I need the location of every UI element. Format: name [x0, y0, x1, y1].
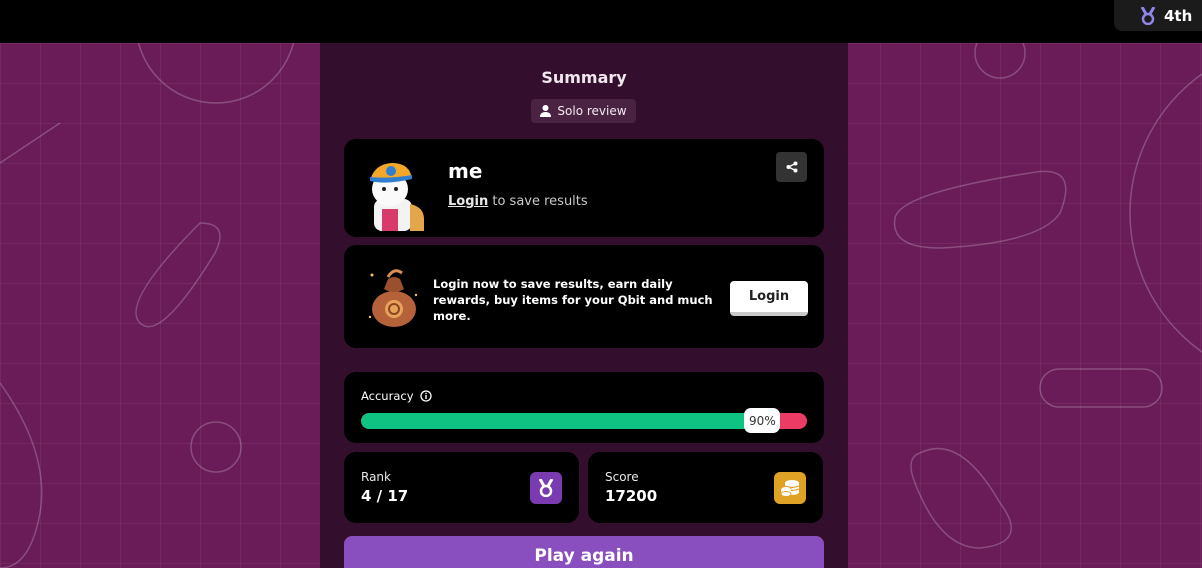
user-icon — [540, 105, 552, 117]
login-link[interactable]: Login — [448, 194, 488, 209]
rank-value: 4 / 17 — [361, 487, 409, 505]
rank-label: Rank — [361, 470, 391, 484]
score-card: Score 17200 — [588, 452, 823, 523]
mode-badge: Solo review — [531, 99, 636, 123]
medal-icon — [538, 479, 554, 497]
play-again-button[interactable]: Play again — [344, 536, 824, 568]
accuracy-label: Accuracy — [361, 389, 414, 403]
player-card: me Login to save results — [344, 139, 824, 237]
score-label: Score — [605, 470, 639, 484]
accuracy-percent: 90% — [744, 408, 781, 433]
page-title: Summary — [541, 68, 627, 87]
share-button[interactable] — [776, 152, 807, 182]
save-results-label: to save results — [488, 194, 588, 209]
accuracy-bar — [361, 413, 807, 429]
mode-label: Solo review — [557, 104, 627, 118]
info-icon[interactable] — [419, 390, 432, 402]
accuracy-card: Accuracy 90% — [344, 372, 824, 443]
share-icon — [786, 161, 797, 173]
accuracy-label-row: Accuracy — [361, 389, 432, 403]
player-name: me — [448, 159, 483, 183]
save-results-text: Login to save results — [448, 194, 588, 209]
score-icon-box — [774, 472, 806, 504]
top-bar — [0, 0, 1202, 43]
money-bag-icon — [368, 269, 418, 327]
coins-icon — [780, 480, 800, 497]
rank-badge-label: 4th — [1164, 6, 1193, 25]
promo-text: Login now to save results, earn daily re… — [433, 277, 713, 323]
rank-badge[interactable]: 4th — [1114, 0, 1202, 31]
accuracy-bar-fill — [361, 413, 763, 429]
score-value: 17200 — [605, 487, 658, 505]
login-promo-card: Login now to save results, earn daily re… — [344, 245, 824, 348]
medal-icon — [1140, 6, 1156, 25]
rank-card: Rank 4 / 17 — [344, 452, 579, 523]
login-button[interactable]: Login — [730, 281, 808, 316]
avatar — [370, 163, 424, 231]
rank-icon-box — [530, 472, 562, 504]
